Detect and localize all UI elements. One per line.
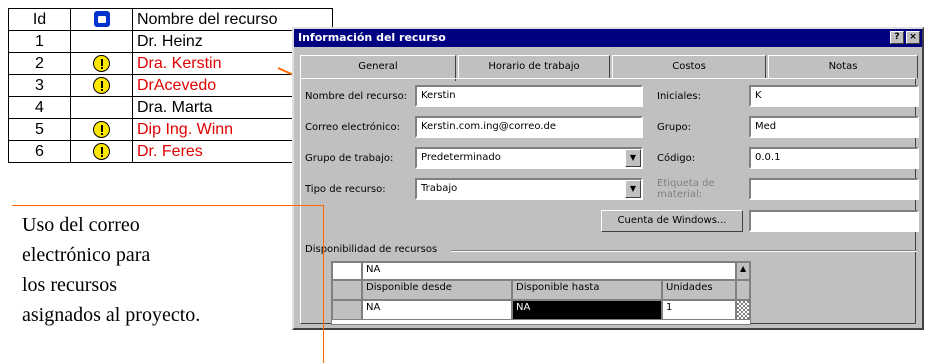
label-group: Grupo:: [657, 122, 692, 133]
annotation-note: Uso del correo electrónico para los recu…: [12, 205, 324, 363]
resource-type-select[interactable]: Trabajo ▼: [415, 178, 643, 200]
workgroup-select[interactable]: Predeterminado ▼: [415, 147, 643, 169]
resource-info-dialog: Información del recurso ? × General Hora…: [292, 27, 924, 330]
table-row[interactable]: 6 Dr. Feres: [8, 140, 333, 163]
grid-scroll-track: [736, 280, 750, 300]
grid-scroll-thumb[interactable]: [736, 300, 750, 320]
note-line: electrónico para: [22, 244, 151, 266]
cell-indicator[interactable]: [70, 96, 133, 119]
windows-account-field[interactable]: [749, 210, 919, 232]
grid-cell-units[interactable]: 1: [662, 300, 736, 320]
chevron-down-icon[interactable]: ▼: [625, 180, 641, 198]
cell-id[interactable]: 2: [8, 52, 71, 75]
label-email: Correo electrónico:: [305, 122, 400, 133]
cell-indicator[interactable]: [70, 30, 133, 53]
grid-cell-available-from[interactable]: NA: [362, 300, 512, 320]
label-initials: Iniciales:: [657, 91, 701, 102]
cell-indicator[interactable]: [70, 118, 133, 141]
tab-costs[interactable]: Costos: [612, 55, 766, 79]
tab-notes[interactable]: Notas: [768, 55, 918, 79]
divider: [451, 250, 917, 252]
help-button[interactable]: ?: [890, 31, 904, 44]
warning-icon[interactable]: [93, 54, 110, 72]
tab-work-schedule[interactable]: Horario de trabajo: [458, 55, 610, 79]
close-button[interactable]: ×: [906, 31, 920, 44]
group-field[interactable]: Med: [749, 116, 919, 138]
cell-id[interactable]: 3: [8, 74, 71, 97]
table-row[interactable]: 1 Dr. Heinz: [8, 30, 333, 53]
cell-id[interactable]: 6: [8, 140, 71, 163]
note-line: Uso del correo: [22, 214, 140, 236]
cell-indicator[interactable]: [70, 52, 133, 75]
resource-type-value: Trabajo: [421, 183, 458, 194]
label-code: Código:: [657, 153, 696, 164]
dialog-titlebar[interactable]: Información del recurso ? ×: [294, 29, 922, 47]
availability-grid[interactable]: NA ▲ Disponible desde Disponible hasta U…: [331, 261, 751, 325]
warning-icon[interactable]: [93, 120, 110, 138]
table-header-row: Id Nombre del recurso: [8, 8, 333, 31]
cell-id[interactable]: 4: [8, 96, 71, 119]
grid-header-available-from: Disponible desde: [362, 280, 512, 300]
general-panel: Nombre del recurso: Kerstin Correo elect…: [300, 78, 919, 325]
material-field[interactable]: [749, 178, 919, 200]
grid-row-header: [332, 280, 362, 300]
warning-icon[interactable]: [93, 142, 110, 160]
grid-row-selector[interactable]: [332, 300, 362, 320]
note-line: asignados al proyecto.: [22, 304, 201, 326]
label-resource-name: Nombre del recurso:: [305, 91, 408, 102]
grid-header-available-to: Disponible hasta: [512, 280, 662, 300]
chevron-down-icon[interactable]: ▼: [625, 149, 641, 167]
cell-id[interactable]: 1: [8, 30, 71, 53]
grid-scroll-button[interactable]: ▲: [736, 262, 750, 280]
tab-strip: General Horario de trabajo Costos Notas: [300, 55, 918, 81]
cell-id[interactable]: 5: [8, 118, 71, 141]
workgroup-value: Predeterminado: [421, 152, 501, 163]
windows-account-button[interactable]: Cuenta de Windows...: [601, 210, 743, 232]
label-material: Etiqueta de material:: [657, 178, 715, 200]
availability-heading: Disponibilidad de recursos: [305, 244, 438, 255]
email-field[interactable]: Kerstin.com.ing@correo.de: [415, 116, 643, 138]
label-resource-type: Tipo de recurso:: [305, 184, 386, 195]
note-line: los recursos: [22, 274, 117, 296]
grid-header-units: Unidades: [662, 280, 736, 300]
grid-corner: [332, 262, 362, 280]
resource-name-field[interactable]: Kerstin: [415, 85, 643, 107]
info-icon: [93, 11, 110, 28]
cell-indicator[interactable]: [70, 140, 133, 163]
initials-field[interactable]: K: [749, 85, 919, 107]
cell-indicator[interactable]: [70, 74, 133, 97]
grid-cell-available-to[interactable]: NA: [512, 300, 662, 320]
availability-edit-box[interactable]: NA: [362, 262, 736, 280]
warning-icon[interactable]: [93, 76, 110, 94]
column-header-id[interactable]: Id: [8, 8, 71, 31]
label-workgroup: Grupo de trabajo:: [305, 153, 394, 164]
column-header-indicators[interactable]: [70, 8, 133, 31]
dialog-title: Información del recurso: [298, 31, 446, 44]
code-field[interactable]: 0.0.1: [749, 147, 919, 169]
